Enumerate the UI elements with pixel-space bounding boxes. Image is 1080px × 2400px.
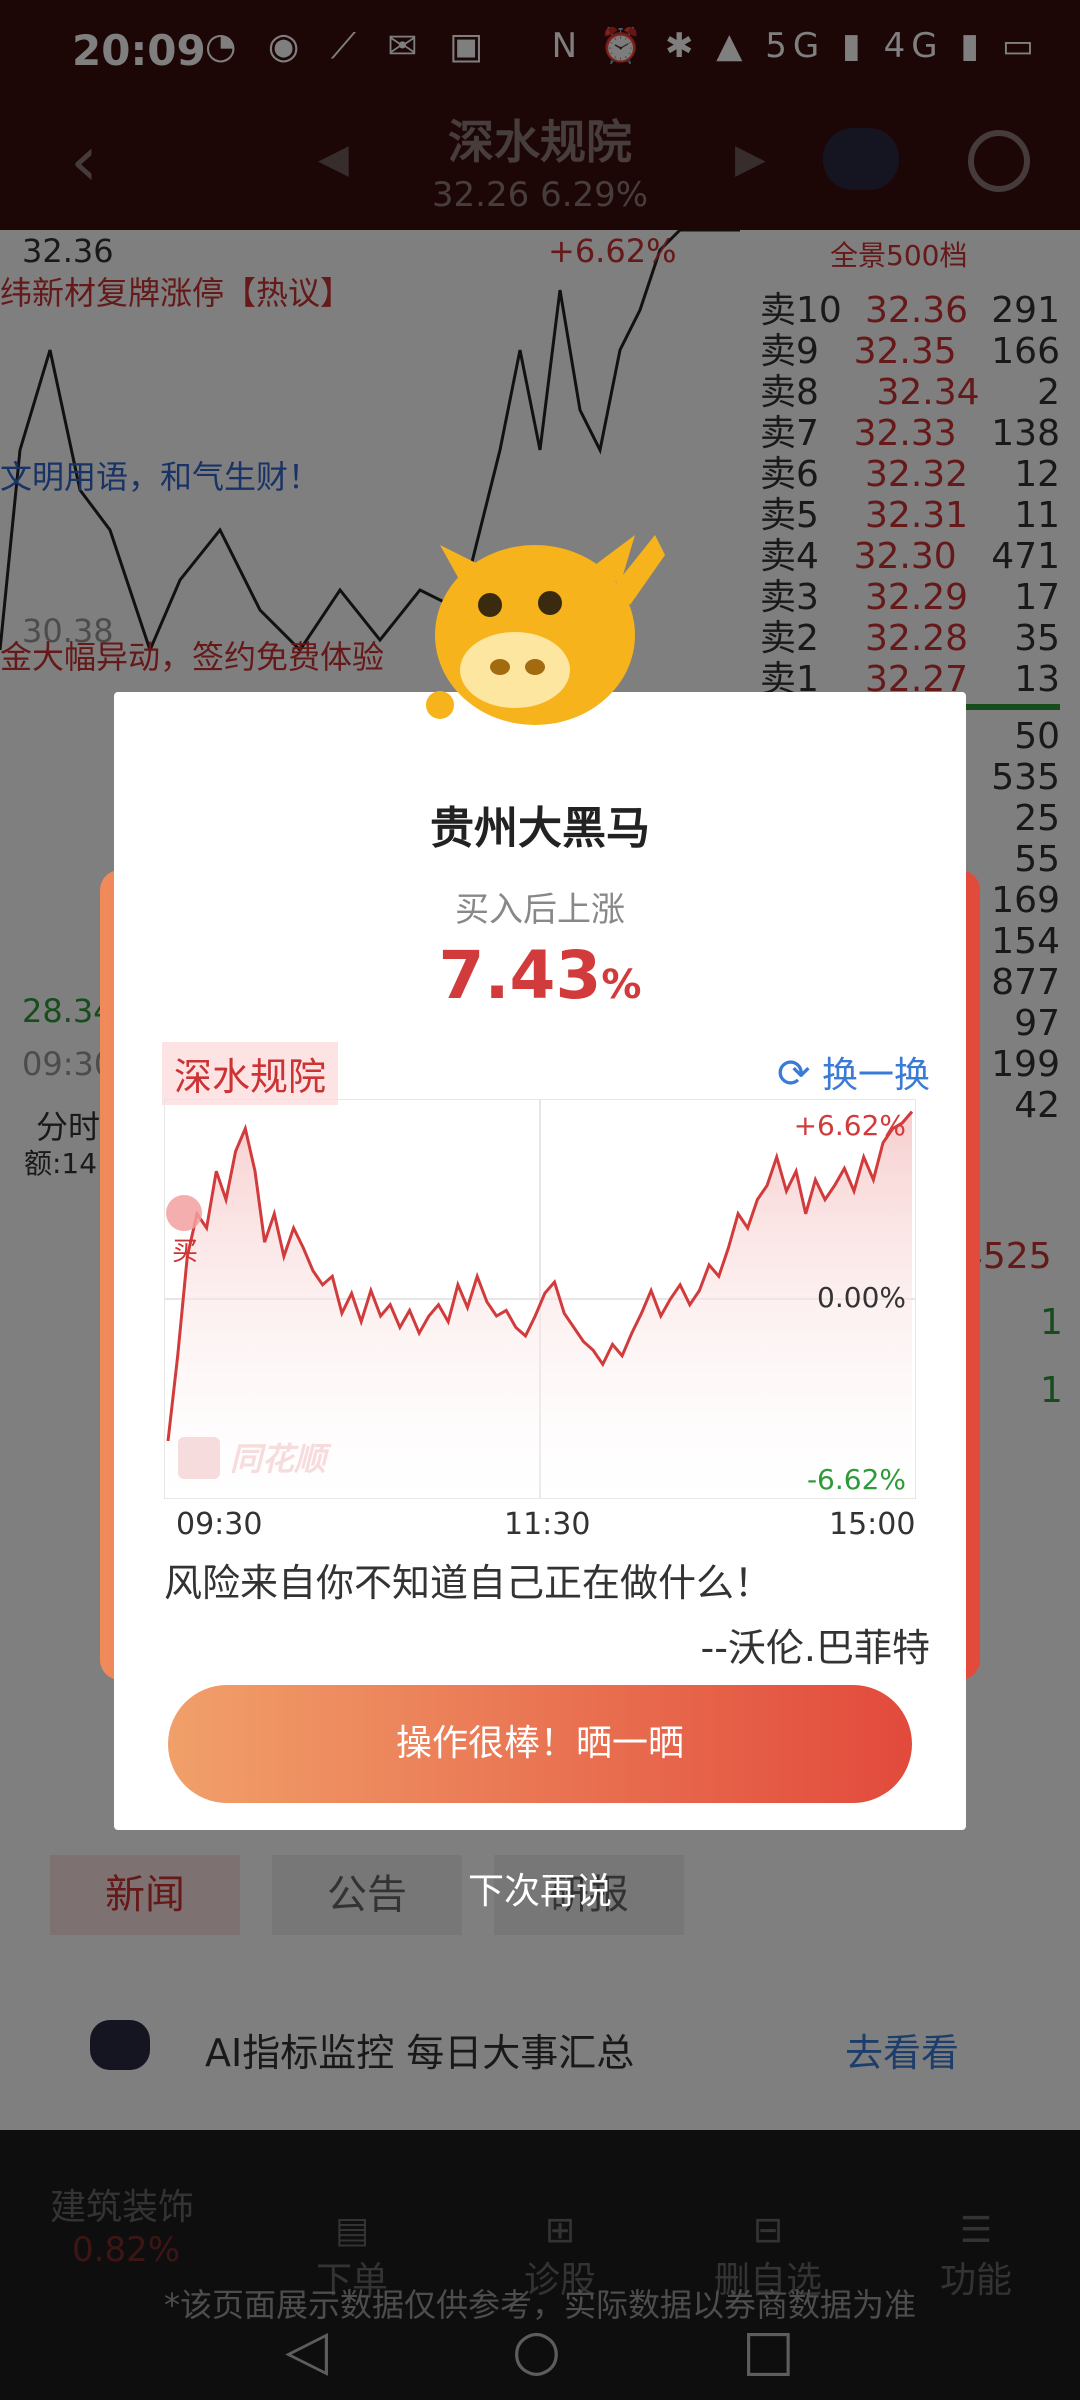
- watermark-logo: 同花顺: [178, 1437, 332, 1479]
- gain-value: 7.43%: [114, 937, 966, 1014]
- y-label-bottom: -6.62%: [807, 1463, 906, 1496]
- share-button[interactable]: 操作很棒！晒一晒: [168, 1685, 912, 1803]
- gain-chart: 买 +6.62% 0.00% -6.62% 同花顺: [164, 1099, 916, 1499]
- x-tick-end: 15:00: [829, 1507, 916, 1542]
- y-label-top: +6.62%: [794, 1109, 906, 1142]
- stock-name-tag: 深水规院: [162, 1042, 339, 1105]
- y-label-mid: 0.00%: [817, 1281, 906, 1314]
- switch-label: 换一换: [821, 1055, 930, 1096]
- x-tick-mid: 11:30: [504, 1507, 591, 1542]
- gain-unit: %: [601, 962, 642, 1008]
- quote-author: --沃伦.巴菲特: [700, 1626, 930, 1670]
- watermark-text: 同花顺: [230, 1440, 332, 1478]
- switch-button[interactable]: ⟳ 换一换: [777, 1046, 930, 1098]
- dialog-title: 贵州大黑马: [430, 803, 650, 854]
- gain-number: 7.43: [438, 937, 602, 1014]
- bull-mascot-icon: [426, 535, 665, 725]
- x-tick-start: 09:30: [176, 1507, 263, 1542]
- dismiss-button[interactable]: 下次再说: [0, 1862, 1080, 1914]
- refresh-icon: ⟳: [777, 1051, 811, 1097]
- watermark-icon: [178, 1437, 220, 1479]
- dialog-subtitle: 买入后上涨: [455, 890, 625, 930]
- share-gain-dialog: 贵州大黑马 买入后上涨 7.43% 深水规院 ⟳ 换一换 买 +6.62% 0.…: [114, 692, 966, 1830]
- quote-text: 风险来自你不知道自己正在做什么！: [164, 1561, 773, 1605]
- buy-marker-label: 买: [172, 1237, 198, 1267]
